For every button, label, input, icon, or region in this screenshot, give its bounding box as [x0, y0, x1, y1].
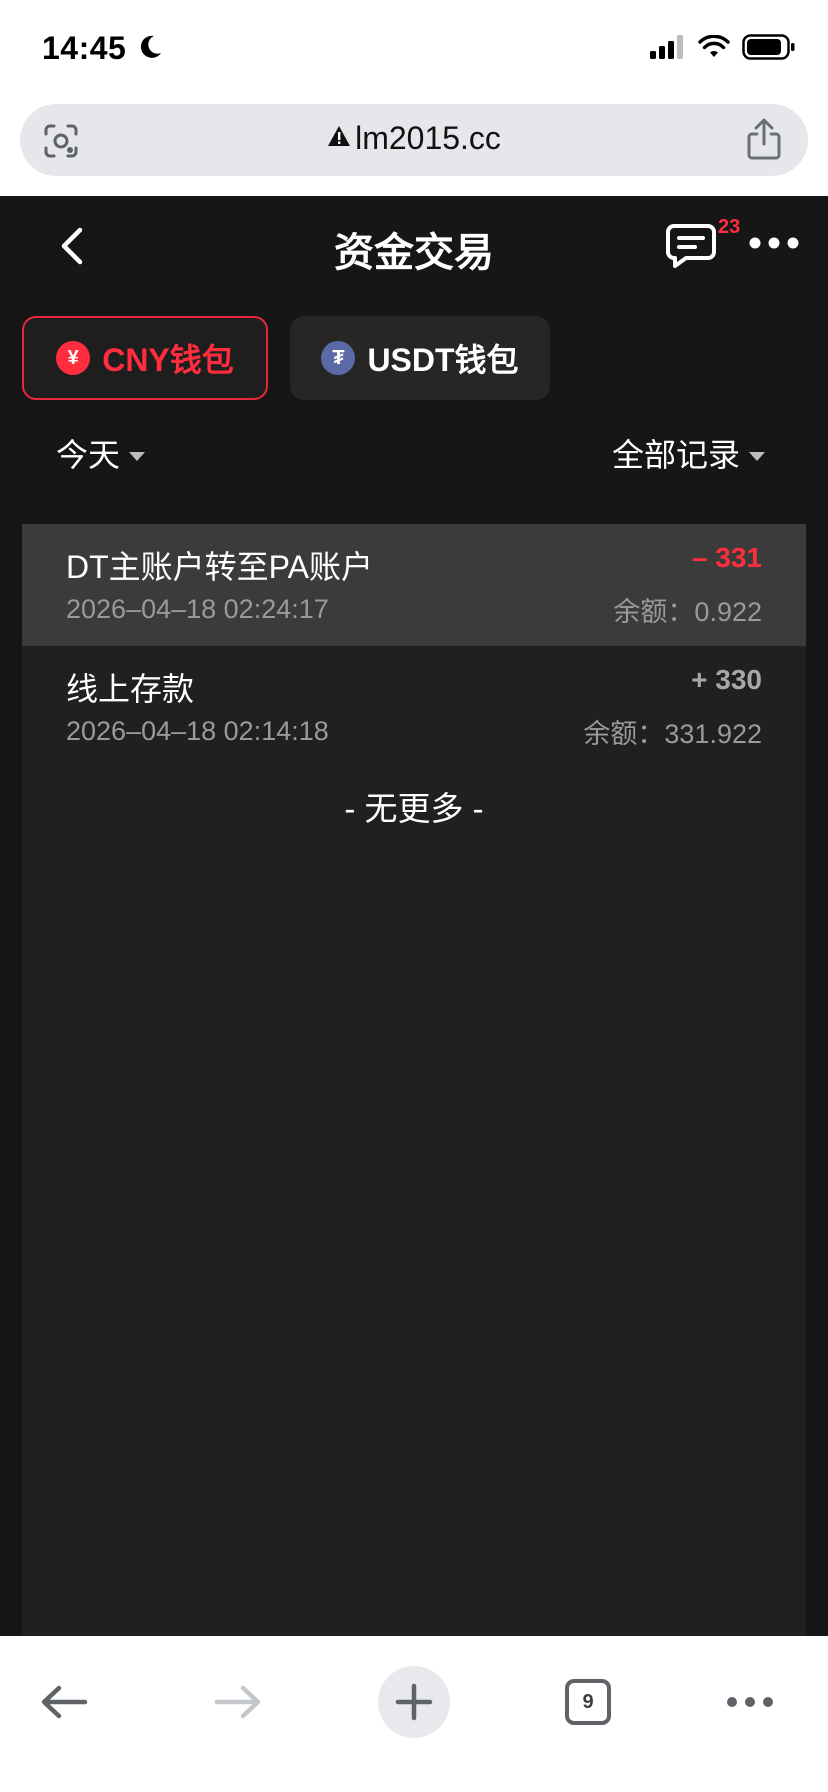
- browser-toolbar: 9: [0, 1636, 828, 1792]
- usdt-coin-icon: ₮: [321, 341, 356, 375]
- caret-down-icon: [129, 452, 146, 461]
- transaction-title: DT主账户转至PA账户: [66, 549, 373, 585]
- more-icon[interactable]: [748, 236, 800, 250]
- transaction-balance: 余额：331.922: [583, 719, 762, 749]
- moon-icon: [140, 35, 161, 58]
- message-badge: 23: [718, 216, 741, 238]
- signal-icon: [650, 35, 683, 59]
- app-screen: 资金交易 23 ¥ CNY钱包 ₮ USDT钱包 今天 全部记录 DT主账户转至…: [0, 196, 828, 1636]
- address-bar[interactable]: lm2015.cc: [20, 104, 808, 176]
- cny-coin-icon: ¥: [56, 341, 91, 375]
- transaction-amount: + 330: [691, 664, 762, 695]
- date-filter-label: 今天: [56, 437, 121, 473]
- wifi-icon: [698, 35, 730, 57]
- transaction-time: 2026–04–18 02:24:17: [66, 594, 329, 624]
- more-dots-icon: [727, 1697, 773, 1707]
- transaction-row[interactable]: 线上存款 2026–04–18 02:14:18 + 330 余额：331.92…: [22, 646, 806, 768]
- status-indicators: [650, 34, 796, 60]
- tab-usdt-wallet[interactable]: ₮ USDT钱包: [290, 316, 550, 400]
- share-icon[interactable]: [746, 118, 782, 160]
- tab-cny-wallet[interactable]: ¥ CNY钱包: [22, 316, 268, 400]
- record-type-label: 全部记录: [611, 437, 740, 473]
- tab-switcher-button[interactable]: 9: [552, 1666, 624, 1738]
- transaction-amount: – 331: [691, 542, 762, 573]
- transaction-row[interactable]: DT主账户转至PA账户 2026–04–18 02:24:17 – 331 余额…: [22, 524, 806, 646]
- browser-forward-button[interactable]: [202, 1666, 274, 1738]
- transaction-list: DT主账户转至PA账户 2026–04–18 02:24:17 – 331 余额…: [22, 524, 806, 1636]
- transaction-balance: 余额：0.922: [613, 597, 762, 627]
- status-bar: 14:45: [0, 0, 828, 98]
- status-time: 14:45: [42, 30, 127, 66]
- tab-count: 9: [565, 1679, 611, 1725]
- transaction-title: 线上存款: [66, 671, 195, 707]
- caret-down-icon: [749, 452, 765, 461]
- date-filter-dropdown[interactable]: 今天: [56, 430, 146, 476]
- url-display[interactable]: lm2015.cc: [20, 120, 808, 157]
- tab-usdt-label: USDT钱包: [367, 342, 519, 378]
- url-text: lm2015.cc: [355, 120, 501, 156]
- arrow-right-icon: [214, 1685, 261, 1719]
- plus-icon: [395, 1683, 433, 1721]
- message-icon[interactable]: [666, 222, 716, 268]
- no-more-text: - 无更多 -: [344, 790, 484, 827]
- tab-cny-label: CNY钱包: [102, 342, 234, 378]
- new-tab-button[interactable]: [378, 1666, 450, 1738]
- not-secure-warning-icon: [328, 126, 351, 146]
- browser-menu-button[interactable]: [714, 1666, 786, 1738]
- arrow-left-icon: [41, 1685, 88, 1719]
- browser-back-button[interactable]: [28, 1666, 100, 1738]
- battery-icon: [742, 34, 795, 60]
- nav-bar: 资金交易 23: [0, 196, 828, 296]
- transaction-time: 2026–04–18 02:14:18: [66, 716, 329, 746]
- record-type-dropdown[interactable]: 全部记录: [612, 430, 766, 476]
